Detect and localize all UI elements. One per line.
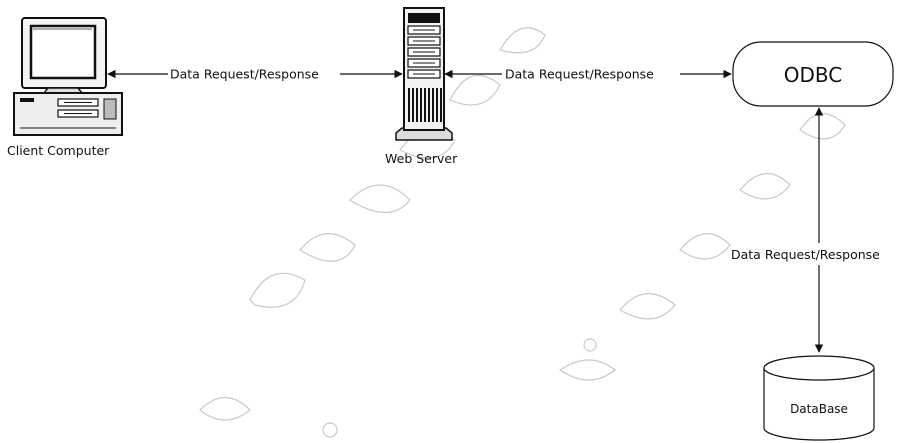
database-cylinder-icon	[763, 355, 875, 441]
odbc-node: ODBC	[732, 41, 894, 107]
edge-client-webserver: Data Request/Response	[107, 67, 403, 82]
web-server-node: Web Server	[385, 7, 458, 166]
client-computer-label: Client Computer	[7, 143, 110, 158]
web-server-label: Web Server	[385, 151, 458, 166]
network-diagram: Data Request/Response Data Request/Respo…	[7, 7, 894, 441]
edge-label-client-webserver: Data Request/Response	[170, 67, 319, 82]
edge-webserver-odbc: Data Request/Response	[444, 67, 732, 82]
database-node: DataBase	[763, 355, 875, 441]
database-label: DataBase	[790, 402, 848, 416]
edge-label-webserver-odbc: Data Request/Response	[505, 67, 654, 82]
edge-label-odbc-database: Data Request/Response	[731, 247, 880, 262]
tower-server-icon	[395, 7, 453, 141]
odbc-label: ODBC	[784, 63, 842, 87]
client-computer-node: Client Computer	[7, 17, 123, 158]
edge-odbc-database: Data Request/Response	[731, 107, 880, 353]
desktop-computer-icon	[13, 17, 123, 136]
